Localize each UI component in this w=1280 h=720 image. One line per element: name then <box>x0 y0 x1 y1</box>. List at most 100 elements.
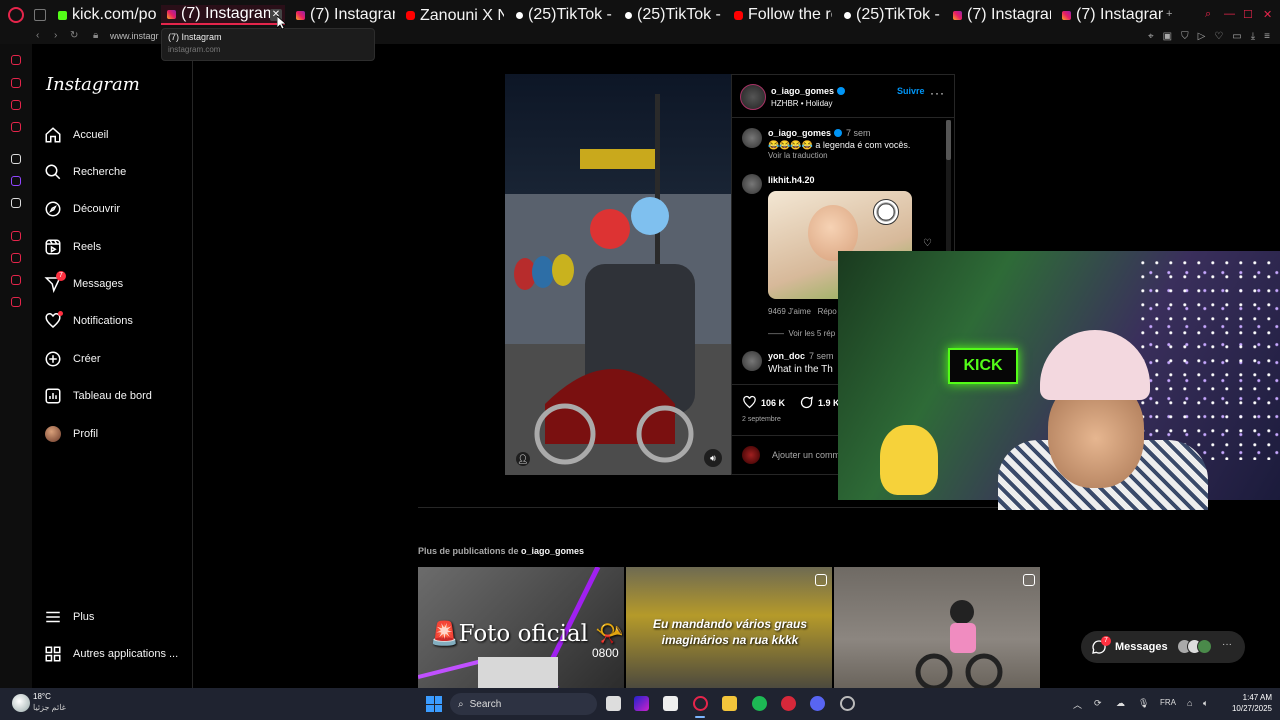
user-tag-icon[interactable]: 👤︎ <box>516 452 530 466</box>
post-author[interactable]: o_iago_gomes <box>771 86 846 96</box>
language-indicator[interactable]: FRA <box>1160 698 1176 707</box>
comment-button[interactable]: 1.9 K <box>799 395 840 410</box>
scrollbar-thumb[interactable] <box>946 120 951 160</box>
nav-notifications[interactable]: Notifications <box>44 309 133 333</box>
tab-instagram[interactable]: (7) Instagram <box>290 5 395 25</box>
windows-start-icon[interactable] <box>426 696 442 712</box>
spotify-icon[interactable] <box>752 696 767 711</box>
taskbar-search[interactable]: ⌕ Search <box>450 693 597 715</box>
store-icon[interactable] <box>663 696 678 711</box>
settings-icon[interactable] <box>11 297 21 307</box>
tab-kick[interactable]: kick.com/popout/za <box>52 5 156 25</box>
x-icon[interactable] <box>11 198 21 208</box>
avatar[interactable] <box>742 351 762 371</box>
tab-islands-icon[interactable] <box>34 9 46 21</box>
weather-icon[interactable] <box>12 694 30 712</box>
back-icon[interactable]: ‹ <box>36 30 39 41</box>
app-icon[interactable] <box>11 154 21 164</box>
search-tabs-icon[interactable]: ⌕ <box>1205 8 1211 21</box>
mail-icon[interactable] <box>11 122 21 132</box>
reload-icon[interactable]: ↻ <box>70 30 78 41</box>
post-audio[interactable]: HZHBR • Holiday <box>771 99 832 108</box>
post-video[interactable] <box>505 74 731 475</box>
follow-button[interactable]: Suivre <box>897 86 925 96</box>
comment-input[interactable]: Ajouter un comm <box>772 450 840 460</box>
like-comment-icon[interactable]: ♡ <box>923 238 932 249</box>
app-icon[interactable] <box>781 696 796 711</box>
system-clock[interactable]: 1:47 AM 10/27/2025 <box>1224 692 1272 714</box>
weather-description[interactable]: غائم جزئيا <box>33 703 66 712</box>
weather-temperature[interactable]: 18°C <box>33 692 51 701</box>
discord-icon[interactable] <box>810 696 825 711</box>
download-icon[interactable]: ⤓ <box>1251 31 1255 42</box>
forward-icon[interactable]: › <box>54 30 57 41</box>
nav-messages[interactable]: 7 Messages <box>44 271 123 296</box>
tab-instagram-active[interactable]: (7) Instagram <box>161 5 285 25</box>
history-icon[interactable] <box>11 231 21 241</box>
post-thumbnail[interactable] <box>834 567 1040 688</box>
comment-author[interactable]: likhit.h4.20 <box>768 175 815 185</box>
messenger-icon[interactable] <box>11 100 21 110</box>
translate-link[interactable]: Voir la traduction <box>768 151 828 160</box>
nav-home[interactable]: Accueil <box>44 123 108 147</box>
pin-icon[interactable]: ⌖ <box>1148 31 1154 42</box>
tab-youtube[interactable]: Follow the red dot. <box>728 5 832 25</box>
heart-icon[interactable]: ♡ <box>1214 31 1223 42</box>
tray-app-icon[interactable]: ⟳ <box>1094 698 1102 709</box>
more-options-icon[interactable]: ··· <box>930 86 945 100</box>
tab-instagram[interactable]: (7) Instagram <box>947 5 1051 25</box>
volume-icon[interactable]: 🔈︎ <box>1203 698 1208 709</box>
bag-icon[interactable] <box>11 78 21 88</box>
nav-explore[interactable]: Découvrir <box>44 197 120 221</box>
nav-reels[interactable]: Reels <box>44 235 101 259</box>
avatar[interactable] <box>742 174 762 194</box>
file-explorer-icon[interactable] <box>722 696 737 711</box>
shield-icon[interactable]: ⛉ <box>1181 31 1189 42</box>
twitch-icon[interactable] <box>11 176 21 186</box>
more-options-icon[interactable]: ··· <box>1222 639 1232 650</box>
copilot-icon[interactable] <box>634 696 649 711</box>
new-tab-icon[interactable]: + <box>1166 8 1172 20</box>
notification-dot <box>58 311 63 316</box>
wallet-icon[interactable]: ▭ <box>1232 31 1241 42</box>
maximize-icon[interactable]: ☐ <box>1243 8 1253 21</box>
tab-tiktok[interactable]: (25)TikTok - Make Y <box>510 5 614 25</box>
app-icon[interactable] <box>840 696 855 711</box>
avatar <box>742 446 760 464</box>
url-field[interactable]: www.instagr <box>110 31 159 41</box>
microphone-icon[interactable]: 🎙︎ <box>1138 698 1149 709</box>
more-posts-user[interactable]: o_iago_gomes <box>521 546 584 556</box>
network-icon[interactable]: ⌂ <box>1187 698 1192 708</box>
like-button[interactable]: 106 K <box>742 395 785 410</box>
avatar[interactable] <box>742 128 762 148</box>
comment-author[interactable]: o_iago_gomes 7 sem <box>768 128 871 138</box>
task-view-icon[interactable] <box>606 696 621 711</box>
view-replies-link[interactable]: —— Voir les 5 rép <box>768 329 835 338</box>
play-icon[interactable]: ▷ <box>1198 31 1206 42</box>
nav-more[interactable]: Plus <box>44 605 94 629</box>
nav-other-apps[interactable]: Autres applications ... <box>44 642 178 666</box>
comment-author[interactable]: yon_doc 7 sem <box>768 351 834 361</box>
nav-search[interactable]: Recherche <box>44 160 126 184</box>
tray-app-icon[interactable]: ☁ <box>1116 698 1125 709</box>
instagram-logo[interactable]: Instagram <box>46 74 140 95</box>
aria-icon[interactable] <box>11 55 21 65</box>
nav-dashboard[interactable]: Tableau de bord <box>44 384 152 408</box>
tab-tiktok[interactable]: (25)TikTok - Make Y <box>619 5 723 25</box>
opera-icon[interactable] <box>693 696 708 711</box>
nav-profile[interactable]: Profil <box>44 422 98 446</box>
avatar[interactable] <box>740 84 766 110</box>
opera-logo-icon[interactable] <box>8 7 24 23</box>
extensions-icon[interactable] <box>11 275 21 285</box>
chevron-up-icon[interactable]: ︿ <box>1073 698 1082 711</box>
bookmark-icon[interactable] <box>11 253 21 263</box>
snapshot-icon[interactable]: ▣ <box>1163 31 1172 42</box>
minimize-icon[interactable]: — <box>1224 8 1235 20</box>
volume-icon[interactable]: 🔊︎ <box>704 449 722 467</box>
tab-youtube[interactable]: Zanouni X Nabil 😂 <box>400 5 504 25</box>
nav-create[interactable]: Créer <box>44 347 101 371</box>
tab-instagram[interactable]: (7) Instagram <box>1056 5 1163 25</box>
close-window-icon[interactable]: ✕ <box>1263 8 1272 21</box>
menu-icon[interactable]: ≡ <box>1264 31 1270 42</box>
tab-tiktok[interactable]: (25)TikTok - Make Y <box>838 5 942 25</box>
